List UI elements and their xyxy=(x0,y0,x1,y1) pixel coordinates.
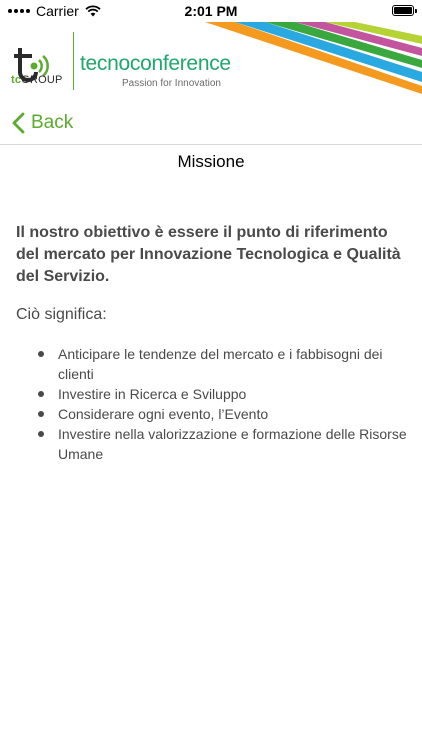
brand-tagline: Passion for Innovation xyxy=(122,78,221,89)
navigation-bar: Back xyxy=(0,104,422,144)
brand-name: tecnoconference xyxy=(80,52,231,75)
nav-separator xyxy=(0,144,422,145)
mission-bullet-list: Anticipare le tendenze del mercato e i f… xyxy=(16,344,408,464)
bullet-dot-icon xyxy=(38,351,44,357)
list-item: Investire nella valorizzazione e formazi… xyxy=(16,424,408,464)
tc-group-label: tcGROUP xyxy=(11,74,63,86)
list-item-text: Investire nella valorizzazione e formazi… xyxy=(58,426,407,462)
tc-group-tc: tc xyxy=(11,74,22,86)
status-bar: Carrier 2:01 PM xyxy=(0,0,422,22)
list-item-text: Considerare ogni evento, l’Evento xyxy=(58,406,269,422)
tc-group-group: GROUP xyxy=(21,74,63,86)
mission-content: Il nostro obiettivo è essere il punto di… xyxy=(16,222,408,464)
back-button-label: Back xyxy=(31,112,74,133)
list-item: Considerare ogni evento, l’Evento xyxy=(16,404,408,424)
bullet-dot-icon xyxy=(38,411,44,417)
battery-icon xyxy=(392,5,417,16)
tc-logo-icon xyxy=(14,48,49,82)
list-item: Investire in Ricerca e Sviluppo xyxy=(16,384,408,404)
bullet-dot-icon xyxy=(38,431,44,437)
list-item: Anticipare le tendenze del mercato e i f… xyxy=(16,344,408,384)
mission-subheading: Ciò significa: xyxy=(16,306,107,323)
logo-divider xyxy=(73,32,74,90)
page-title: Missione xyxy=(177,152,245,171)
list-item-text: Investire in Ricerca e Sviluppo xyxy=(58,386,247,402)
app-header: tcGROUP tecnoconference Passion for Inno… xyxy=(0,22,422,100)
status-time: 2:01 PM xyxy=(184,3,238,19)
back-button[interactable]: Back xyxy=(12,112,73,134)
mission-lead: Il nostro obiettivo è essere il punto di… xyxy=(16,224,401,285)
bullet-dot-icon xyxy=(38,391,44,397)
chevron-left-icon xyxy=(12,112,25,134)
list-item-text: Anticipare le tendenze del mercato e i f… xyxy=(58,346,383,382)
